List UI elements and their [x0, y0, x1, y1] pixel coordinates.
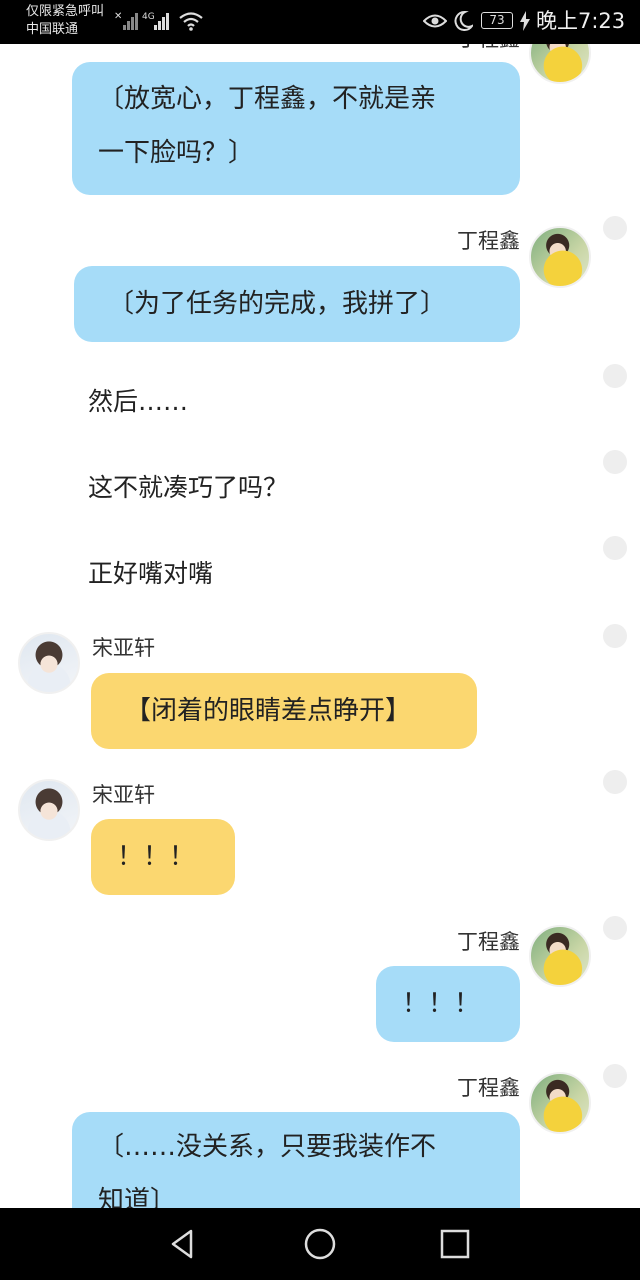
avatar-ding-chengxin[interactable] — [529, 226, 591, 288]
wifi-icon — [179, 12, 203, 31]
navigation-bar — [0, 1208, 640, 1280]
chat-area[interactable]: 丁程鑫 〔放宽心，丁程鑫，不就是亲 一下脸吗？〕 丁程鑫 〔为了任务的完成，我拼… — [0, 44, 640, 1208]
message-bubble[interactable]: 〔为了任务的完成，我拼了〕 — [74, 266, 520, 342]
message-dot — [603, 364, 627, 388]
carrier-info: 仅限紧急呼叫 中国联通 — [26, 3, 104, 39]
sender-name: 宋亚轩 — [92, 636, 155, 660]
sender-name: 丁程鑫 — [457, 1076, 520, 1100]
moon-icon — [454, 10, 473, 31]
status-bar: 仅限紧急呼叫 中国联通 ✕ 4G 73 晚上7:23 — [0, 0, 640, 44]
carrier-emergency-text: 仅限紧急呼叫 — [26, 4, 105, 19]
message-dot — [603, 450, 627, 474]
message-text: 【闭着的眼睛差点睁开】 — [125, 696, 412, 726]
message-dot — [603, 770, 627, 794]
message-text: 〔为了任务的完成，我拼了〕 — [108, 289, 447, 319]
narration-text: 这不就凑巧了吗？ — [88, 473, 289, 502]
signal-x-icon: ✕ — [114, 11, 138, 30]
message-text: 知道〕 — [98, 1186, 177, 1208]
message-text: ！！！ — [117, 842, 196, 872]
message-text: 〔放宽心，丁程鑫，不就是亲 — [98, 84, 437, 114]
recents-icon[interactable] — [437, 1226, 473, 1262]
svg-text:4G: 4G — [142, 12, 155, 22]
message-dot — [603, 216, 627, 240]
message-bubble[interactable]: 〔……没关系，只要我装作不 知道〕 — [72, 1112, 520, 1208]
signal-4g-icon: 4G — [142, 12, 169, 30]
narration-text: 然后…… — [88, 387, 189, 416]
svg-text:✕: ✕ — [114, 11, 122, 22]
sender-name: 宋亚轩 — [92, 783, 155, 807]
status-time: 晚上7:23 — [536, 9, 626, 33]
message-text: 一下脸吗？〕 — [98, 138, 255, 168]
message-dot — [603, 916, 627, 940]
sender-name: 丁程鑫 — [457, 44, 520, 52]
sender-name: 丁程鑫 — [457, 930, 520, 954]
carrier-name: 中国联通 — [26, 22, 79, 37]
avatar-ding-chengxin[interactable] — [529, 925, 591, 987]
message-dot — [603, 536, 627, 560]
charging-icon — [520, 11, 530, 31]
message-text: ！！！ — [402, 989, 481, 1019]
sender-name: 丁程鑫 — [457, 229, 520, 253]
message-bubble[interactable]: ！！！ — [376, 966, 520, 1042]
message-dot — [603, 1064, 627, 1088]
message-dot — [603, 624, 627, 648]
back-icon[interactable] — [165, 1226, 201, 1262]
avatar-song-yaxuan[interactable] — [18, 779, 80, 841]
message-text: 〔……没关系，只要我装作不 — [98, 1132, 437, 1162]
avatar-ding-chengxin[interactable] — [529, 44, 591, 84]
home-icon[interactable] — [302, 1226, 338, 1262]
avatar-ding-chengxin[interactable] — [529, 1072, 591, 1134]
avatar-song-yaxuan[interactable] — [18, 632, 80, 694]
message-bubble[interactable]: 【闭着的眼睛差点睁开】 — [91, 673, 477, 749]
battery-icon: 73 — [481, 12, 513, 29]
message-bubble[interactable]: ！！！ — [91, 819, 235, 895]
message-bubble[interactable]: 〔放宽心，丁程鑫，不就是亲 一下脸吗？〕 — [72, 62, 520, 195]
eye-icon — [423, 14, 447, 28]
narration-text: 正好嘴对嘴 — [88, 559, 214, 588]
